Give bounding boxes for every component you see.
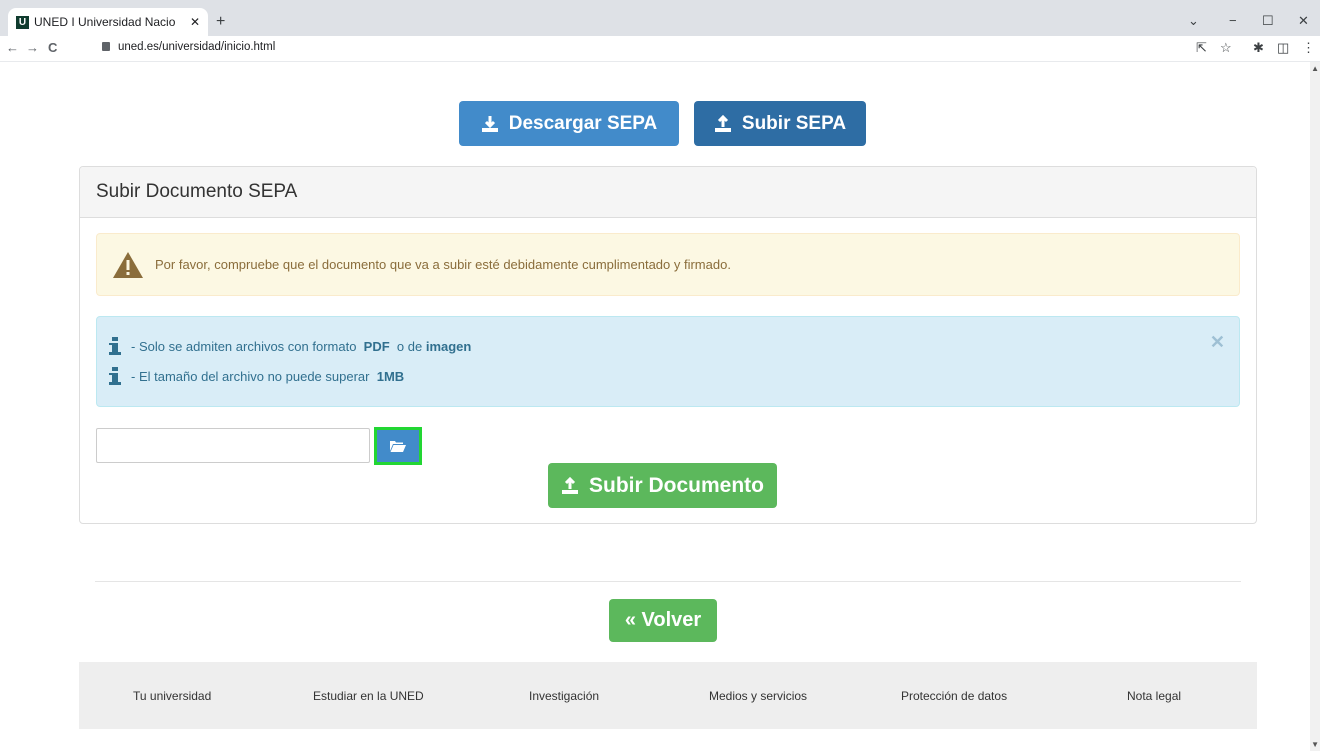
back-icon[interactable]: ← <box>6 40 19 55</box>
info-icon <box>109 337 121 355</box>
subir-documento-button[interactable]: Subir Documento <box>548 463 777 508</box>
tab-title: UNED I Universidad Nacio <box>34 15 176 29</box>
reload-icon[interactable]: C <box>48 40 57 55</box>
new-tab-icon[interactable]: + <box>216 13 225 31</box>
scroll-up-icon[interactable]: ▲ <box>1311 64 1319 73</box>
window-close-icon[interactable]: ✕ <box>1298 13 1309 29</box>
footer-link-tu-universidad[interactable]: Tu universidad <box>133 689 211 703</box>
extensions-icon[interactable]: ✱ <box>1253 40 1264 56</box>
share-icon[interactable]: ⇱ <box>1196 40 1207 56</box>
warning-alert: Por favor, compruebe que el documento qu… <box>96 233 1240 296</box>
upload-icon <box>714 114 731 132</box>
descargar-sepa-label: Descargar SEPA <box>508 112 658 134</box>
info-size-value: 1MB <box>376 368 405 384</box>
maximize-icon[interactable]: ☐ <box>1262 13 1274 29</box>
download-icon <box>481 115 498 132</box>
descargar-sepa-button[interactable]: Descargar SEPA <box>459 101 679 146</box>
lock-icon <box>102 42 110 51</box>
footer-link-investigacion[interactable]: Investigación <box>529 689 599 703</box>
subir-documento-label: Subir Documento <box>588 473 764 497</box>
upload-icon <box>561 476 578 494</box>
forward-icon[interactable]: → <box>26 40 39 55</box>
info-or: o de <box>396 338 423 354</box>
uned-favicon-icon: U <box>16 15 29 29</box>
info-format-line: - Solo se admiten archivos con formato P… <box>109 337 471 355</box>
browser-tab[interactable]: U UNED I Universidad Nacio ✕ <box>8 8 208 36</box>
subir-sepa-label: Subir SEPA <box>741 112 847 134</box>
subir-sepa-button[interactable]: Subir SEPA <box>694 101 866 146</box>
minimize-icon[interactable]: − <box>1229 13 1237 28</box>
browser-menu-icon[interactable]: ⋮ <box>1302 40 1315 56</box>
warning-icon <box>113 251 143 278</box>
info-icon <box>109 367 121 385</box>
footer-link-estudiar[interactable]: Estudiar en la UNED <box>313 689 424 703</box>
footer-link-proteccion[interactable]: Protección de datos <box>901 689 1007 703</box>
volver-button[interactable]: « Volver <box>609 599 717 642</box>
browse-file-button[interactable] <box>374 427 422 465</box>
footer-link-medios[interactable]: Medios y servicios <box>709 689 807 703</box>
info-close-icon[interactable]: ✕ <box>1210 332 1225 353</box>
footer: Tu universidad Estudiar en la UNED Inves… <box>79 662 1257 729</box>
folder-open-icon <box>390 441 406 452</box>
browser-tab-bar: U UNED I Universidad Nacio ✕ + ⌄ − ☐ ✕ <box>0 0 1320 36</box>
panel-title: Subir Documento SEPA <box>80 167 1256 218</box>
warning-text: Por favor, compruebe que el documento qu… <box>155 257 731 272</box>
footer-link-nota-legal[interactable]: Nota legal <box>1127 689 1181 703</box>
divider <box>95 581 1241 582</box>
info-size-line: - El tamaño del archivo no puede superar… <box>109 367 404 385</box>
bookmark-star-icon[interactable]: ☆ <box>1220 40 1232 56</box>
url-text[interactable]: uned.es/universidad/inicio.html <box>118 41 275 53</box>
info-size-text: - El tamaño del archivo no puede superar <box>131 368 370 384</box>
info-format-text: - Solo se admiten archivos con formato <box>131 338 357 354</box>
side-panel-icon[interactable]: ◫ <box>1277 40 1289 56</box>
info-imagen: imagen <box>425 338 472 354</box>
tab-search-chevron-icon[interactable]: ⌄ <box>1188 13 1199 29</box>
info-pdf: PDF <box>363 338 390 354</box>
page-scrollbar[interactable] <box>1310 62 1320 751</box>
info-alert: - Solo se admiten archivos con formato P… <box>96 316 1240 407</box>
file-path-input[interactable] <box>96 428 370 463</box>
scroll-down-icon[interactable]: ▼ <box>1311 740 1319 749</box>
tab-close-icon[interactable]: ✕ <box>190 15 200 29</box>
